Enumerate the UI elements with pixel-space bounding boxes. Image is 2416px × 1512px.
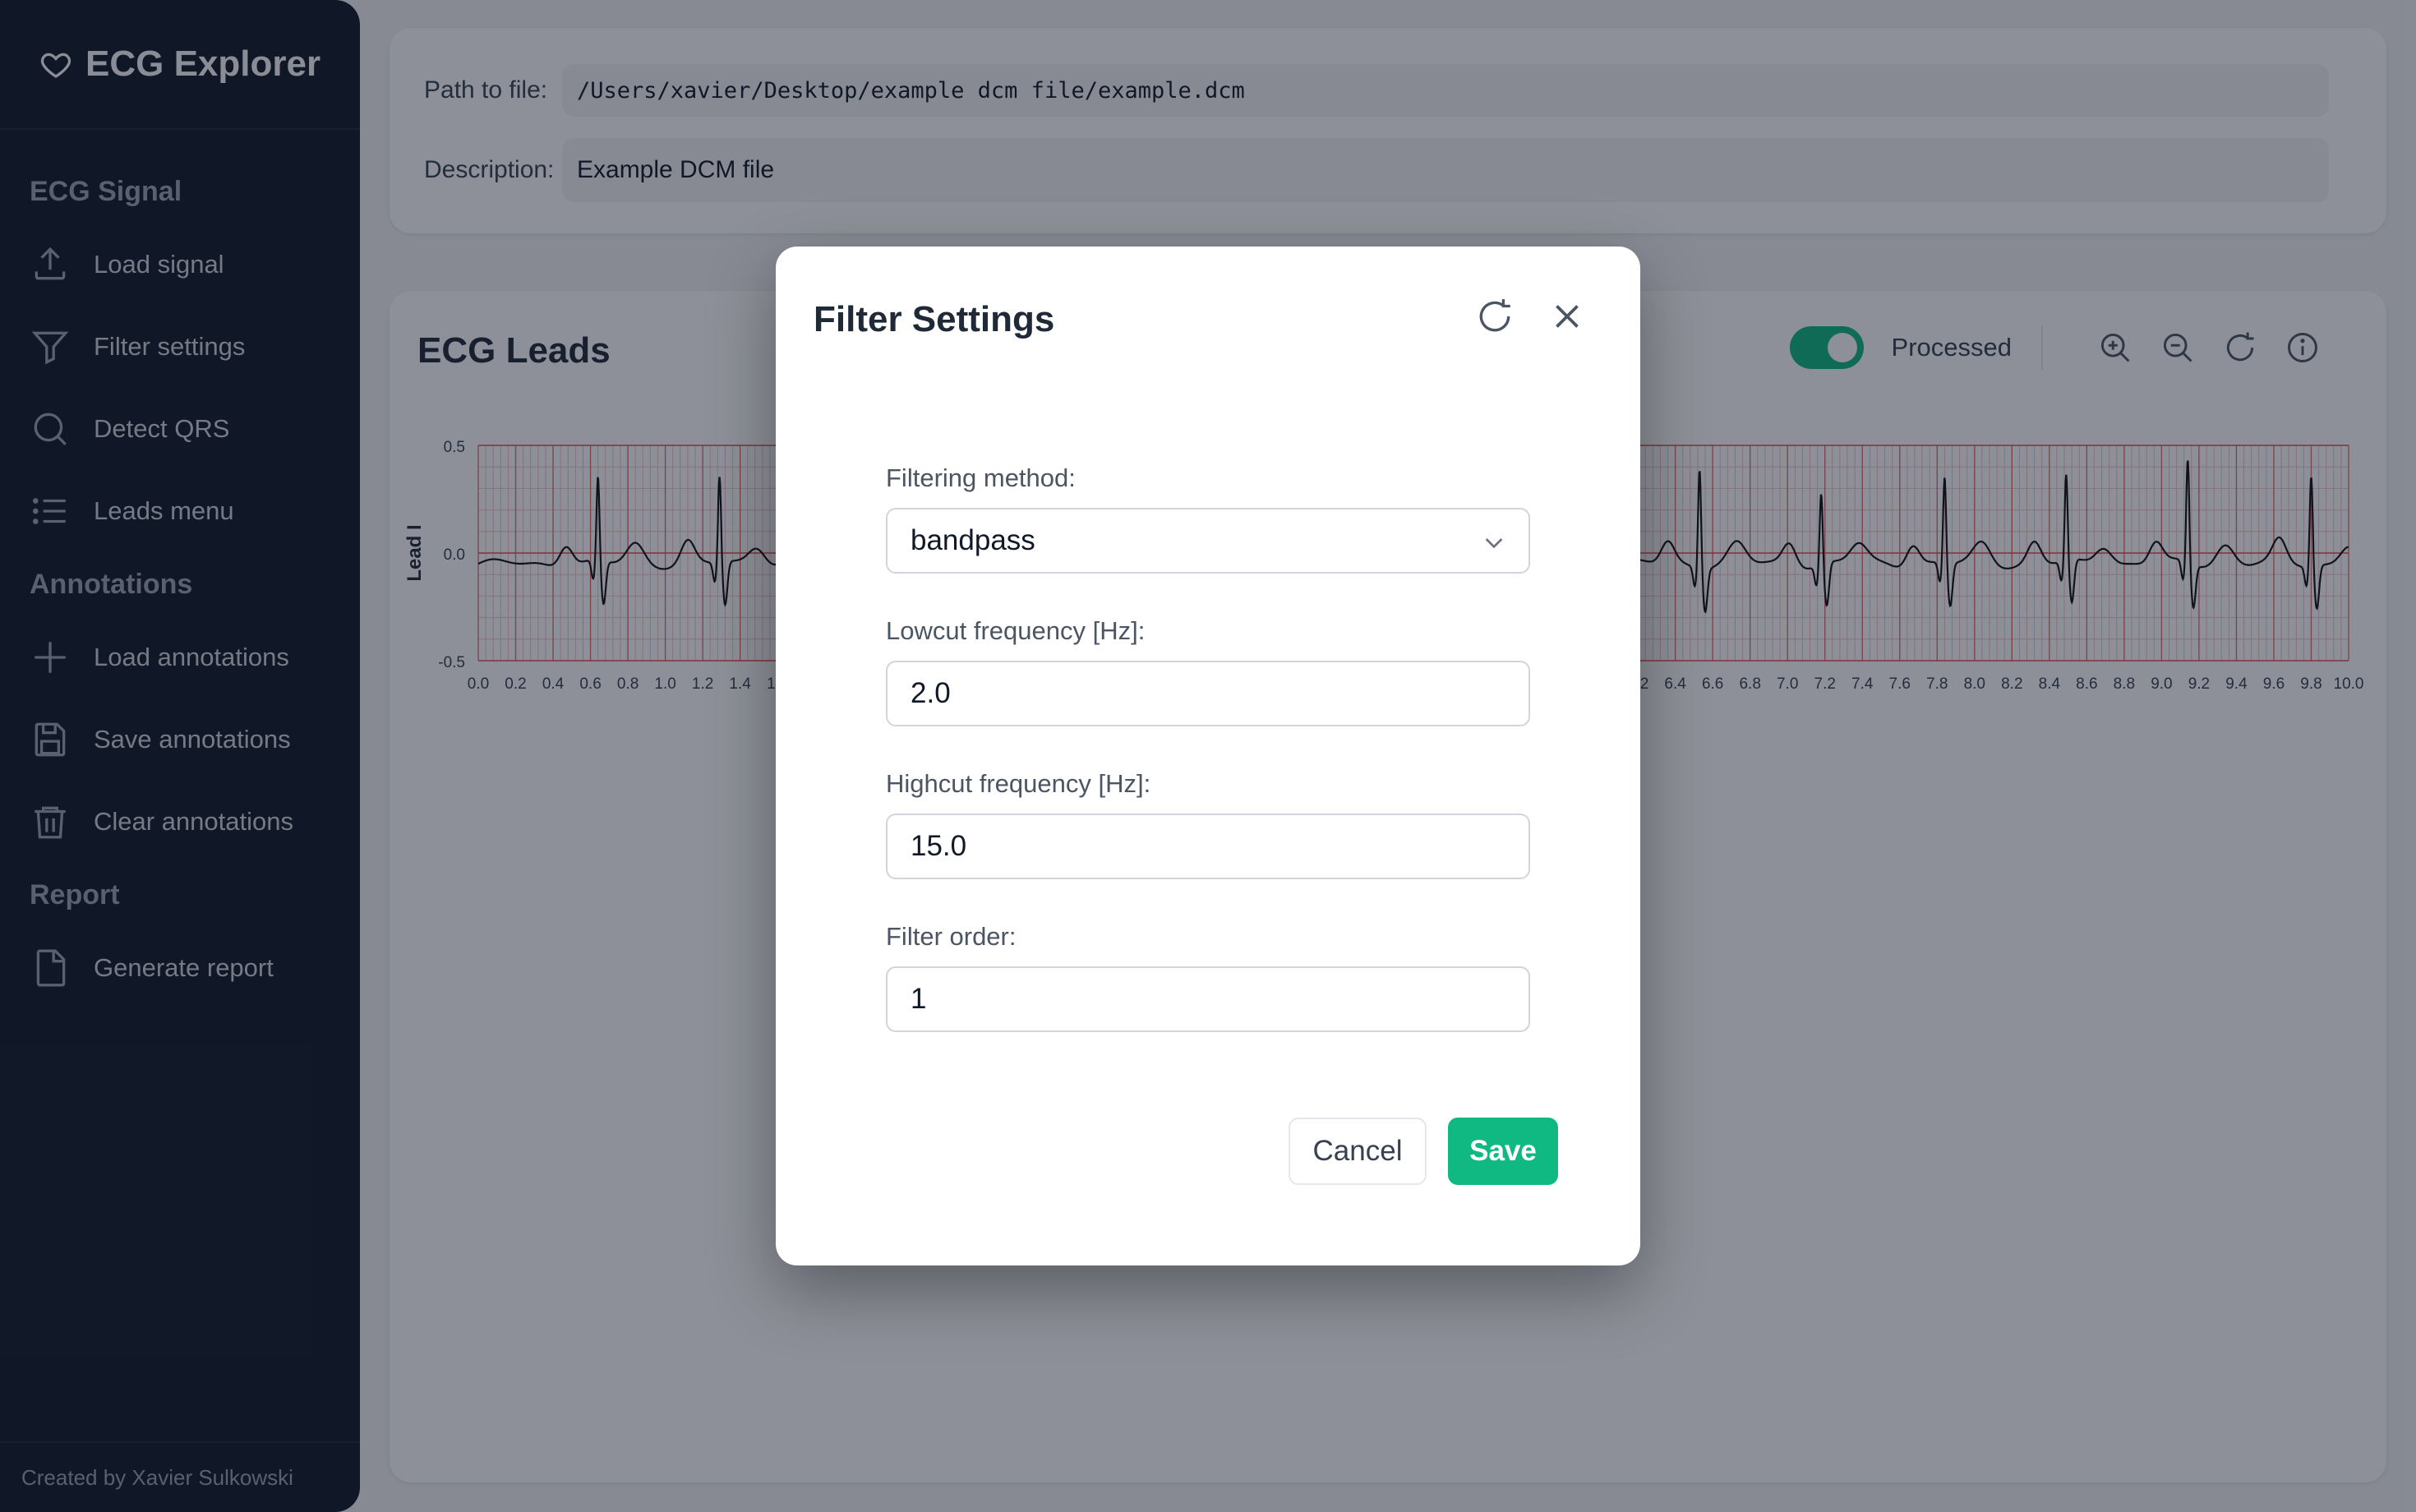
filtering-method-select[interactable]: bandpass [886, 508, 1530, 574]
close-modal-button[interactable] [1547, 296, 1588, 337]
filtering-method-label: Filtering method: [886, 463, 1076, 492]
reset-filters-button[interactable] [1474, 296, 1515, 337]
close-icon [1556, 305, 1579, 328]
cancel-button[interactable]: Cancel [1289, 1118, 1427, 1185]
refresh-icon [1479, 299, 1510, 332]
filtering-method-value: bandpass [911, 524, 1035, 556]
lowcut-frequency-label: Lowcut frequency [Hz]: [886, 616, 1146, 645]
save-button[interactable]: Save [1448, 1118, 1558, 1185]
chevron-down-icon [1485, 538, 1503, 549]
filter-settings-modal: Filter Settings Filtering method: bandpa… [776, 247, 1640, 1265]
highcut-frequency-label: Highcut frequency [Hz]: [886, 769, 1151, 798]
highcut-frequency-input[interactable]: 15.0 [886, 814, 1530, 879]
lowcut-frequency-input[interactable]: 2.0 [886, 661, 1530, 726]
filter-order-input[interactable]: 1 [886, 966, 1530, 1032]
modal-title: Filter Settings [814, 299, 1055, 339]
filter-order-label: Filter order: [886, 922, 1017, 951]
